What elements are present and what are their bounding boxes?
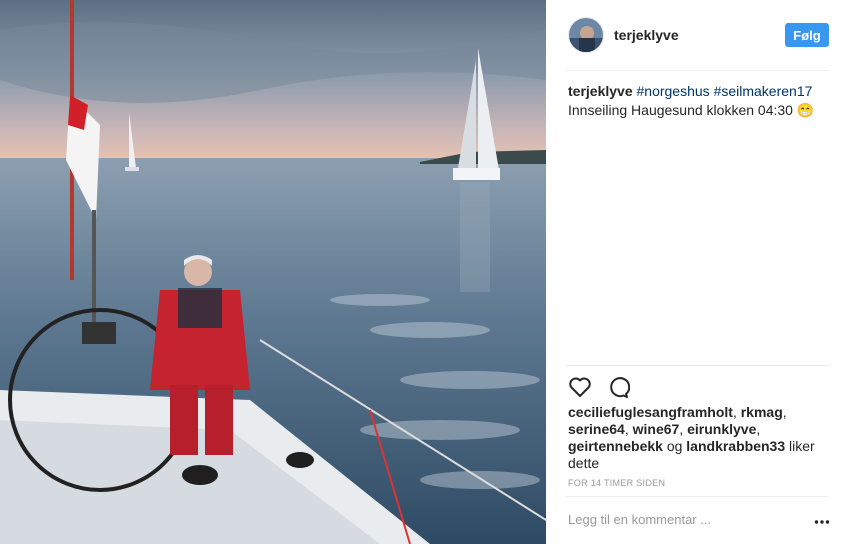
post-sidebar: terjeklyve Følg terjeklyve #norgeshus #s…: [546, 0, 850, 544]
hashtag-link[interactable]: #seilmakeren17: [714, 83, 813, 99]
comment-bar: [568, 512, 830, 532]
divider: [566, 70, 829, 71]
liker-name[interactable]: landkrabben33: [686, 438, 785, 454]
post-caption: terjeklyve #norgeshus #seilmakeren17 Inn…: [568, 82, 830, 120]
likes-connector: og: [666, 438, 683, 454]
hashtag-link[interactable]: #norgeshus: [637, 83, 710, 99]
caption-text: Innseiling Haugesund klokken 04:30: [568, 102, 793, 118]
likes-summary: ceciliefuglesangframholt, rkmag, serine6…: [568, 404, 815, 471]
divider: [566, 365, 829, 366]
grin-emoji: 😁: [796, 102, 815, 118]
post-header: terjeklyve Følg: [546, 0, 850, 70]
more-options-icon[interactable]: [814, 514, 830, 530]
comment-input[interactable]: [568, 512, 788, 527]
post-actions: [568, 375, 631, 399]
avatar[interactable]: [568, 17, 604, 53]
post-timestamp[interactable]: FOR 14 TIMER SIDEN: [568, 478, 665, 488]
comment-icon[interactable]: [606, 375, 631, 399]
liker-name[interactable]: rkmag: [741, 404, 783, 420]
follow-button[interactable]: Følg: [785, 23, 829, 47]
username[interactable]: terjeklyve: [614, 27, 679, 43]
liker-name[interactable]: serine64: [568, 421, 625, 437]
avatar-image: [569, 18, 603, 52]
liker-name[interactable]: geirtennebekk: [568, 438, 663, 454]
sailing-scene: [0, 0, 546, 544]
heart-icon[interactable]: [568, 375, 592, 399]
caption-username[interactable]: terjeklyve: [568, 83, 633, 99]
liker-name[interactable]: ceciliefuglesangframholt: [568, 404, 733, 420]
post-photo[interactable]: [0, 0, 546, 544]
liker-name[interactable]: wine67: [633, 421, 680, 437]
liker-name[interactable]: eirunklyve: [687, 421, 756, 437]
divider: [566, 496, 829, 497]
